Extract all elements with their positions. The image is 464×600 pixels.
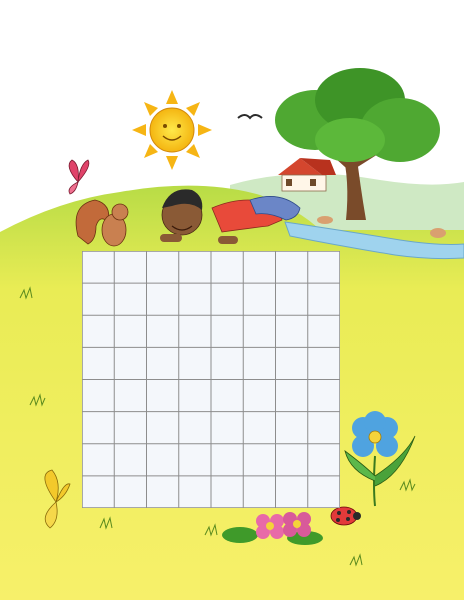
grid-svg [82,251,340,508]
rock [317,216,333,224]
rock [430,228,446,238]
blank-grid [82,251,340,508]
sun-icon [132,90,212,170]
bird-icon [237,114,263,120]
coloring-page-scene [0,0,464,600]
butterfly-icon [68,159,90,195]
